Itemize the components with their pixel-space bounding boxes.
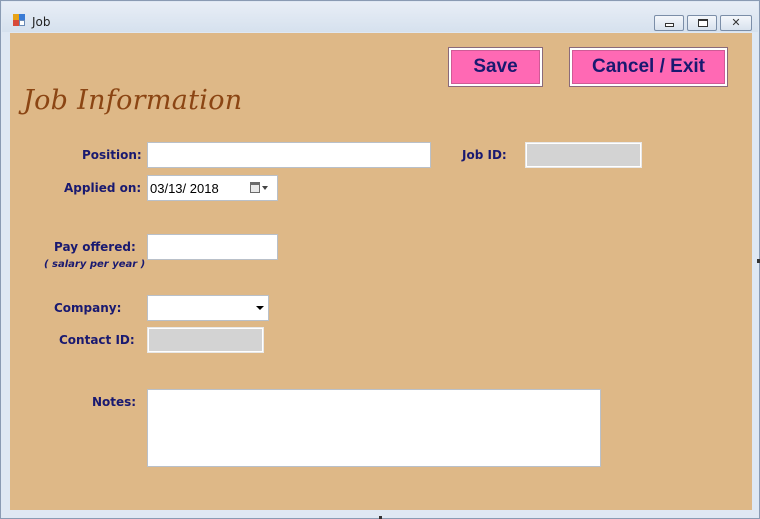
company-label: Company: xyxy=(54,301,122,315)
applied-on-label: Applied on: xyxy=(64,181,142,195)
form-panel: Save Cancel / Exit Job Information Posit… xyxy=(10,33,752,510)
calendar-icon[interactable] xyxy=(250,182,260,193)
minimize-button[interactable] xyxy=(654,15,684,31)
pay-offered-sublabel: ( salary per year ) xyxy=(44,259,146,270)
notes-textarea[interactable] xyxy=(147,389,601,467)
app-icon xyxy=(13,14,25,26)
position-input[interactable] xyxy=(147,142,431,168)
maximize-icon xyxy=(698,19,708,27)
window-title: Job xyxy=(32,15,51,29)
minimize-icon xyxy=(665,23,674,27)
maximize-button[interactable] xyxy=(687,15,717,31)
contact-id-field xyxy=(147,327,264,353)
applied-on-datepicker[interactable]: 03/13/ 2018 xyxy=(147,175,278,201)
cancel-exit-button[interactable]: Cancel / Exit xyxy=(569,47,728,87)
applied-on-date: 03/13/ 2018 xyxy=(150,181,219,196)
company-dropdown[interactable] xyxy=(147,295,269,321)
job-id-field xyxy=(525,142,642,168)
close-button[interactable]: ✕ xyxy=(720,15,752,31)
title-bar[interactable]: Job ✕ xyxy=(2,2,758,32)
job-window: Job ✕ Save Cancel / Exit Job Information… xyxy=(0,0,760,519)
chevron-down-icon[interactable] xyxy=(262,186,268,190)
chevron-down-icon[interactable] xyxy=(256,306,264,310)
notes-label: Notes: xyxy=(92,395,137,409)
save-button[interactable]: Save xyxy=(448,47,543,87)
position-label: Position: xyxy=(82,148,142,162)
close-icon: ✕ xyxy=(731,16,741,29)
contact-id-label: Contact ID: xyxy=(59,333,135,347)
pay-offered-input[interactable] xyxy=(147,234,278,260)
pay-offered-label: Pay offered: xyxy=(54,240,136,254)
page-title: Job Information xyxy=(23,85,243,116)
job-id-label: Job ID: xyxy=(462,148,507,162)
